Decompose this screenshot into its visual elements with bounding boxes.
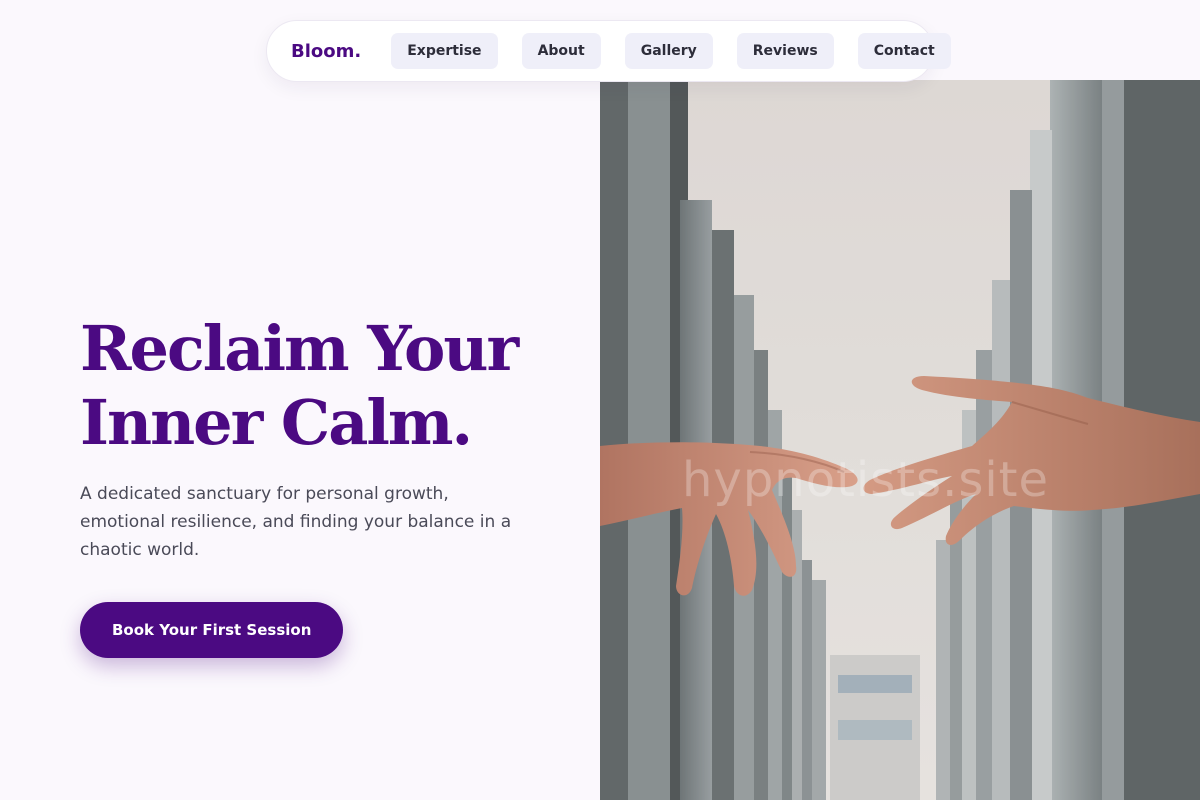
hands-reaching-photo xyxy=(600,80,1200,800)
brand-logo[interactable]: Bloom. xyxy=(291,41,361,62)
top-navigation: Bloom. Expertise About Gallery Reviews C… xyxy=(266,20,951,82)
landing-page: Bloom. Expertise About Gallery Reviews C… xyxy=(0,0,1200,800)
hero-section: Reclaim Your Inner Calm. A dedicated san… xyxy=(80,312,580,658)
hero-image: hypnotists.site xyxy=(600,80,1200,800)
hero-description: A dedicated sanctuary for personal growt… xyxy=(80,484,512,560)
hero-title-line-2: Inner Calm. xyxy=(80,386,473,459)
nav-link-expertise[interactable]: Expertise xyxy=(391,33,498,69)
hero-title-line-1: Reclaim Your xyxy=(80,312,519,385)
nav-links: Expertise About Gallery Reviews Contact xyxy=(391,33,951,69)
nav-link-gallery[interactable]: Gallery xyxy=(624,33,713,69)
nav-link-reviews[interactable]: Reviews xyxy=(736,33,834,69)
hero-title: Reclaim Your Inner Calm. xyxy=(80,312,580,460)
book-session-button[interactable]: Book Your First Session xyxy=(80,602,344,658)
nav-link-about[interactable]: About xyxy=(521,33,601,69)
nav-link-contact[interactable]: Contact xyxy=(857,33,951,69)
